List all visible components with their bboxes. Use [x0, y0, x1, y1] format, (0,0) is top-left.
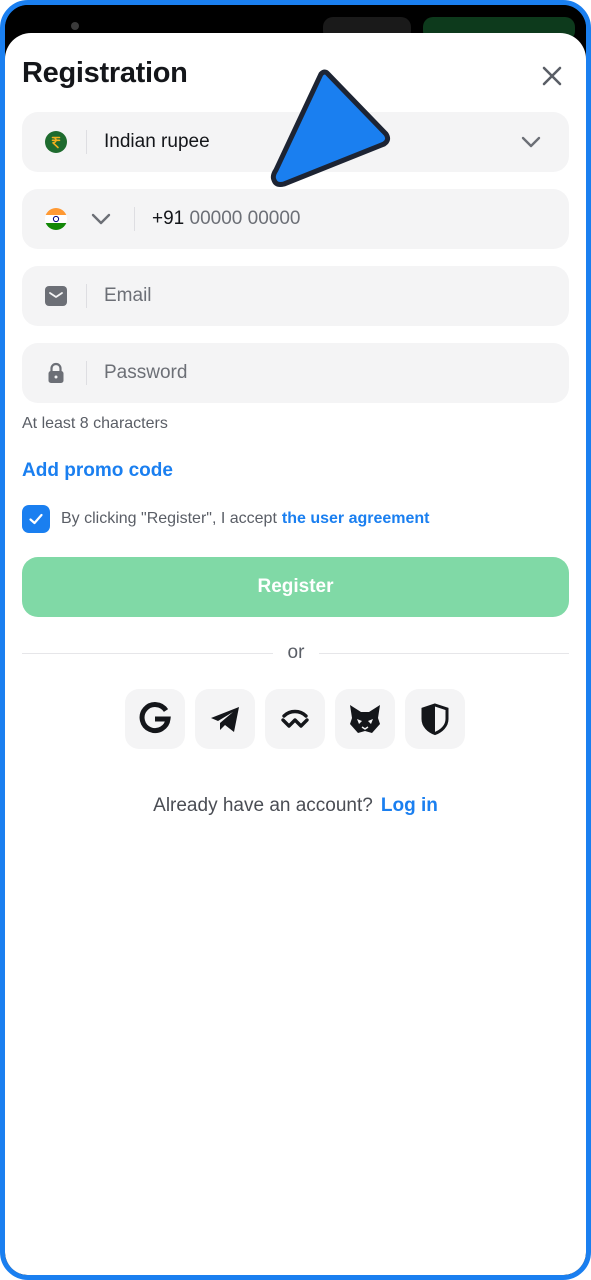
phone-placeholder: 00000 00000	[189, 208, 301, 229]
field-divider	[86, 361, 87, 385]
currency-label: Indian rupee	[104, 131, 210, 152]
phone-input[interactable]: +91 00000 00000	[152, 189, 300, 249]
phone-prefix: +91	[152, 208, 185, 229]
agreement-row: By clicking "Register", I accept the use…	[22, 504, 430, 534]
social-login-row	[125, 689, 465, 749]
lock-icon	[48, 362, 64, 383]
agreement-text: By clicking "Register", I accept	[61, 510, 277, 527]
shield-icon	[421, 703, 449, 736]
walletconnect-login-button[interactable]	[265, 689, 325, 749]
chevron-down-icon	[521, 136, 541, 148]
or-divider-label: or	[287, 642, 305, 663]
metamask-login-button[interactable]	[335, 689, 395, 749]
telegram-icon	[211, 707, 239, 732]
registration-sheet: Registration Indian rupee +91 00000 0000…	[5, 33, 586, 1275]
close-icon[interactable]	[537, 61, 567, 91]
email-placeholder: Email	[104, 285, 152, 306]
field-divider	[86, 130, 87, 154]
india-flag-icon[interactable]	[44, 207, 68, 231]
check-icon	[29, 513, 43, 525]
field-divider	[86, 284, 87, 308]
login-link[interactable]: Log in	[381, 795, 438, 816]
login-question: Already have an account?	[153, 795, 373, 816]
device-frame: Registration Indian rupee +91 00000 0000…	[0, 0, 591, 1280]
register-button[interactable]: Register	[22, 557, 569, 617]
divider-line	[319, 653, 569, 654]
envelope-icon	[45, 286, 67, 306]
shield-login-button[interactable]	[405, 689, 465, 749]
email-field[interactable]: Email	[22, 266, 569, 326]
agreement-checkbox[interactable]	[22, 505, 50, 533]
page-title: Registration	[22, 57, 188, 89]
login-prompt: Already have an account? Log in	[5, 795, 586, 817]
currency-select[interactable]: Indian rupee	[22, 112, 569, 172]
walletconnect-icon	[281, 709, 309, 728]
password-placeholder: Password	[104, 362, 188, 383]
password-hint: At least 8 characters	[22, 415, 168, 432]
google-login-button[interactable]	[125, 689, 185, 749]
telegram-login-button[interactable]	[195, 689, 255, 749]
user-agreement-link[interactable]: the user agreement	[282, 510, 430, 528]
phone-field[interactable]: +91 00000 00000	[22, 189, 569, 249]
rupee-coin-icon	[45, 131, 67, 153]
camera-dot	[71, 22, 79, 30]
divider-line	[22, 653, 273, 654]
add-promo-code-link[interactable]: Add promo code	[22, 460, 173, 482]
password-field[interactable]: Password	[22, 343, 569, 403]
field-divider	[134, 207, 135, 231]
country-chevron-down-icon[interactable]	[89, 207, 113, 231]
metamask-fox-icon	[350, 705, 380, 733]
google-icon	[139, 702, 171, 733]
